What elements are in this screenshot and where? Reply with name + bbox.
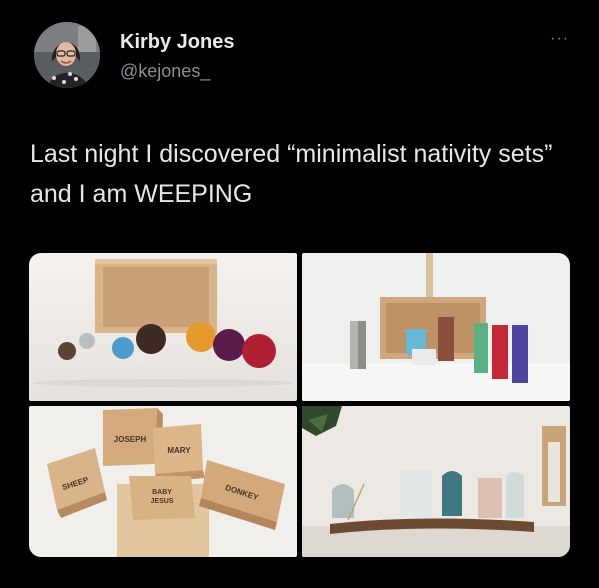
block-label-mary: MARY: [167, 446, 191, 455]
photo-glass-shapes-on-wood-base[interactable]: [302, 406, 570, 557]
block-label-joseph: JOSEPH: [114, 435, 147, 444]
photo-wooden-tray-with-balls[interactable]: [29, 253, 297, 401]
tweet-text: Last night I discovered “minimalist nati…: [30, 140, 553, 208]
more-options-icon[interactable]: ···: [550, 30, 569, 48]
author-name[interactable]: Kirby Jones: [120, 31, 234, 54]
block-mary: MARY: [153, 424, 205, 482]
author-handle[interactable]: @kejones_: [120, 61, 210, 82]
block-label-jesus: JESUS: [151, 498, 174, 505]
photo-labeled-wooden-blocks[interactable]: JOSEPH MARY SHEEP BABY JESUS DONKEY: [29, 406, 297, 557]
block-label-baby: BABY: [152, 489, 172, 496]
photo-wooden-tray-with-bars[interactable]: [302, 253, 570, 401]
block-baby-jesus: BABY JESUS: [117, 476, 209, 557]
author-avatar[interactable]: [34, 22, 100, 88]
photo-grid: JOSEPH MARY SHEEP BABY JESUS DONKEY: [29, 253, 570, 557]
